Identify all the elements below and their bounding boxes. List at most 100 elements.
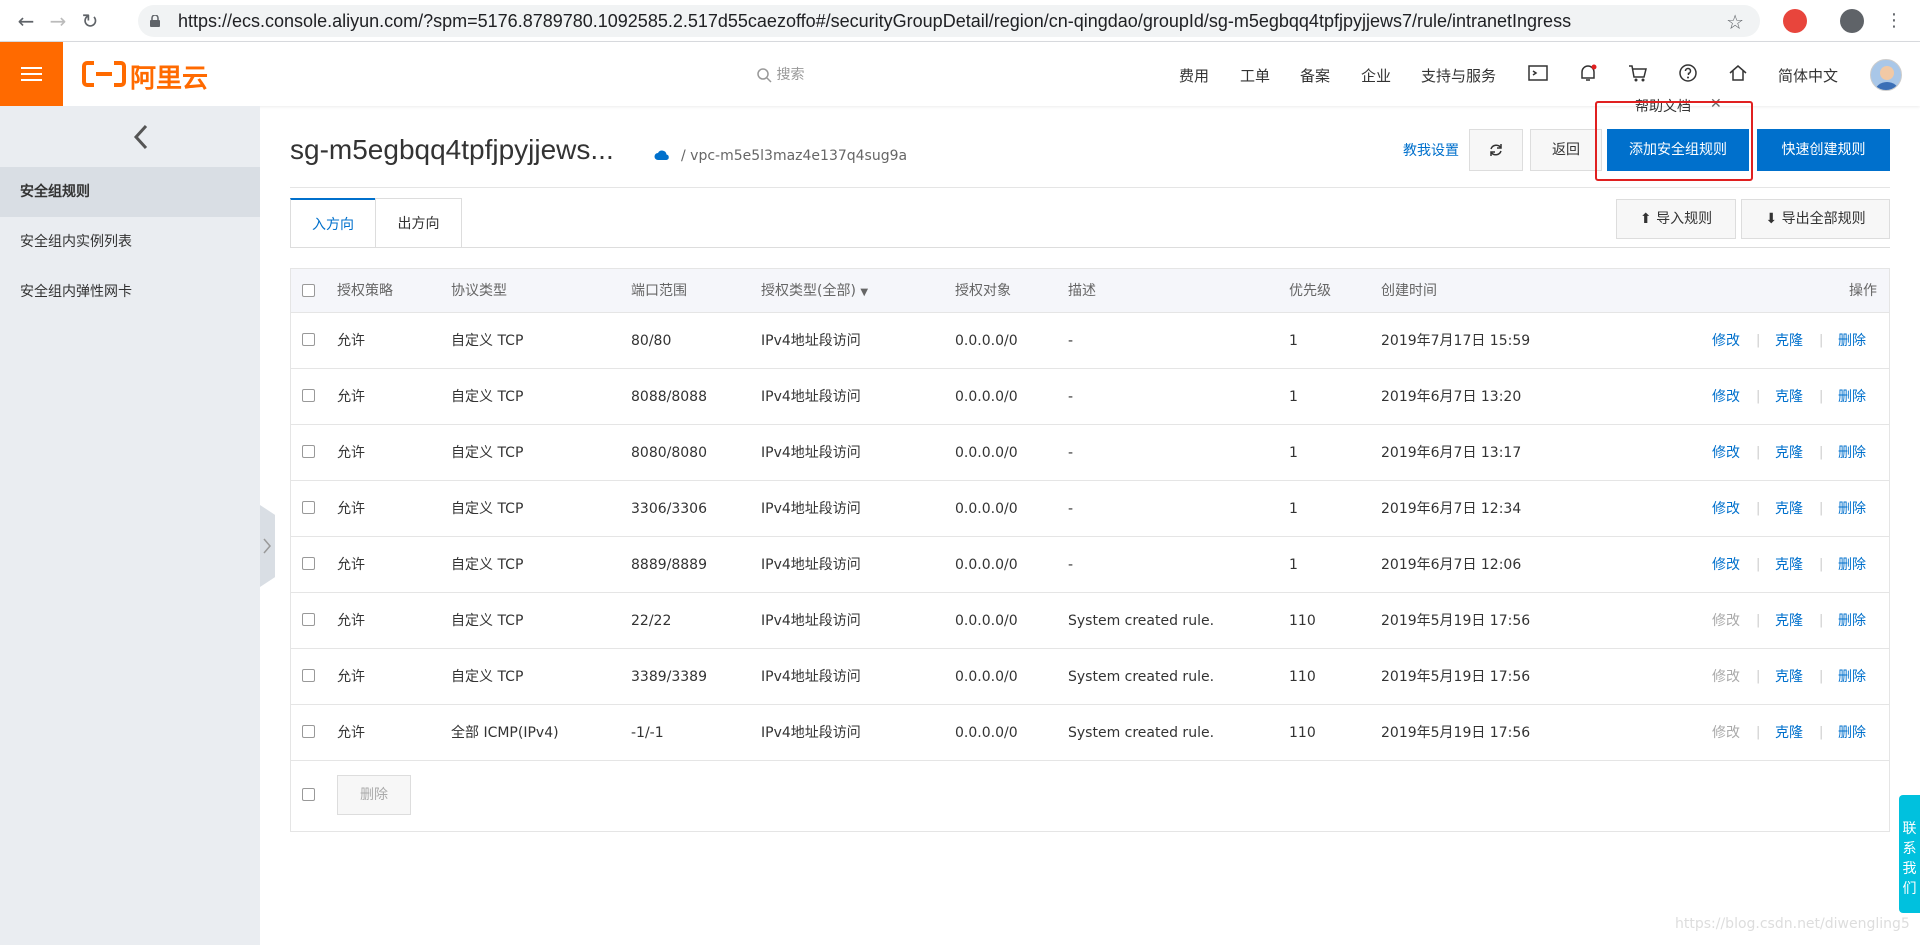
clone-link[interactable]: 克隆 [1775,537,1803,593]
cart-icon[interactable] [1627,62,1649,84]
cell-policy: 允许 [337,669,365,685]
delete-link[interactable]: 删除 [1838,705,1866,761]
more-menu-icon[interactable]: ⋮ [1882,9,1906,33]
delete-link[interactable]: 删除 [1838,313,1866,369]
edit-link[interactable]: 修改 [1712,481,1740,537]
contact-us-tab[interactable]: 联系我们 [1899,795,1920,913]
profile-icon[interactable] [1840,9,1864,33]
col-desc: 描述 [1068,283,1096,299]
cell-created: 2019年5月19日 17:56 [1381,613,1531,629]
menu-button[interactable] [0,42,63,106]
terminal-icon[interactable] [1527,62,1549,84]
reload-icon[interactable]: ↻ [78,9,102,33]
row-checkbox[interactable] [302,501,315,514]
tab-ingress[interactable]: 入方向 [290,198,376,248]
cell-created: 2019年5月19日 17:56 [1381,725,1531,741]
sidebar-item-instances[interactable]: 安全组内实例列表 [0,217,260,267]
col-auth-type[interactable]: 授权类型(全部) ▼ [761,269,868,313]
delete-link[interactable]: 删除 [1838,537,1866,593]
delete-link[interactable]: 删除 [1838,369,1866,425]
edit-link[interactable]: 修改 [1712,425,1740,481]
sidebar-item-eni[interactable]: 安全组内弹性网卡 [0,267,260,317]
star-icon[interactable]: ☆ [1726,10,1744,34]
back-button[interactable]: 返回 [1530,129,1602,171]
action-separator: | [1819,389,1824,404]
delete-link[interactable]: 删除 [1838,425,1866,481]
logo-bracket-icon [82,61,126,87]
action-separator: | [1756,557,1761,572]
row-checkbox[interactable] [302,333,315,346]
row-checkbox[interactable] [302,613,315,626]
cell-priority: 110 [1289,669,1316,685]
clone-link[interactable]: 克隆 [1775,313,1803,369]
caret-down-icon: ▼ [860,287,869,298]
clone-link[interactable]: 克隆 [1775,425,1803,481]
col-actions: 操作 [1849,283,1877,299]
cell-port: 80/80 [631,333,672,349]
extension-icon[interactable] [1783,9,1807,33]
cell-priority: 1 [1289,445,1298,461]
cell-object: 0.0.0.0/0 [955,557,1018,573]
address-bar[interactable]: https://ecs.console.aliyun.com/?spm=5176… [138,5,1760,37]
language-switch[interactable]: 简体中文 [1778,65,1838,86]
cell-desc: System created rule. [1068,669,1215,685]
clone-link[interactable]: 克隆 [1775,481,1803,537]
table-row: 允许 自定义 TCP 8889/8889 IPv4地址段访问 0.0.0.0/0 - 1 20… [291,537,1889,593]
import-rules-button[interactable]: ⬆ 导入规则 [1616,199,1736,239]
forward-arrow-icon[interactable]: → [46,9,70,33]
avatar[interactable] [1870,59,1902,91]
chevron-left-icon[interactable] [130,122,152,152]
footer-select-checkbox[interactable] [302,788,315,801]
menu-support[interactable]: 支持与服务 [1421,65,1496,86]
row-checkbox[interactable] [302,669,315,682]
help-icon[interactable] [1677,62,1699,84]
delete-link[interactable]: 删除 [1838,649,1866,705]
export-rules-button[interactable]: ⬇ 导出全部规则 [1741,199,1890,239]
table-row: 允许 自定义 TCP 80/80 IPv4地址段访问 0.0.0.0/0 - 1 2019年7… [291,313,1889,369]
menu-tickets[interactable]: 工单 [1240,65,1270,86]
back-arrow-icon[interactable]: ← [14,9,38,33]
bulk-delete-button[interactable]: 删除 [337,775,411,815]
delete-link[interactable]: 删除 [1838,481,1866,537]
guide-link[interactable]: 教我设置 [1403,140,1459,160]
cell-port: 8889/8889 [631,557,707,573]
row-checkbox[interactable] [302,725,315,738]
row-checkbox[interactable] [302,557,315,570]
quick-create-button[interactable]: 快速创建规则 [1757,129,1890,171]
tab-egress[interactable]: 出方向 [375,198,462,248]
cell-port: 8088/8088 [631,389,707,405]
edit-link[interactable]: 修改 [1712,313,1740,369]
menu-billing[interactable]: 费用 [1179,65,1209,86]
clone-link[interactable]: 克隆 [1775,649,1803,705]
action-separator: | [1819,613,1824,628]
row-checkbox[interactable] [302,389,315,402]
menu-enterprise[interactable]: 企业 [1361,65,1391,86]
cell-object: 0.0.0.0/0 [955,501,1018,517]
cell-created: 2019年5月19日 17:56 [1381,669,1531,685]
home-icon[interactable] [1727,62,1749,84]
cell-auth-type: IPv4地址段访问 [761,613,861,629]
refresh-button[interactable] [1469,129,1523,171]
col-protocol: 协议类型 [451,283,507,299]
delete-link[interactable]: 删除 [1838,593,1866,649]
edit-link[interactable]: 修改 [1712,369,1740,425]
action-separator: | [1819,557,1824,572]
cell-desc: - [1068,389,1074,405]
cell-auth-type: IPv4地址段访问 [761,333,861,349]
clone-link[interactable]: 克隆 [1775,593,1803,649]
sidebar-item-rules[interactable]: 安全组规则 [0,167,260,217]
menu-icp[interactable]: 备案 [1300,65,1330,86]
cell-auth-type: IPv4地址段访问 [761,669,861,685]
cell-protocol: 自定义 TCP [451,557,524,573]
bell-icon[interactable] [1577,62,1599,84]
select-all-checkbox[interactable] [302,284,315,297]
cell-desc: - [1068,333,1074,349]
clone-link[interactable]: 克隆 [1775,705,1803,761]
cell-protocol: 自定义 TCP [451,501,524,517]
edit-link[interactable]: 修改 [1712,537,1740,593]
row-checkbox[interactable] [302,445,315,458]
cell-created: 2019年7月17日 15:59 [1381,333,1531,349]
clone-link[interactable]: 克隆 [1775,369,1803,425]
vpc-id[interactable]: / vpc-m5e5l3maz4e137q4sug9a [681,148,907,164]
global-search[interactable]: 搜索 [756,64,804,84]
